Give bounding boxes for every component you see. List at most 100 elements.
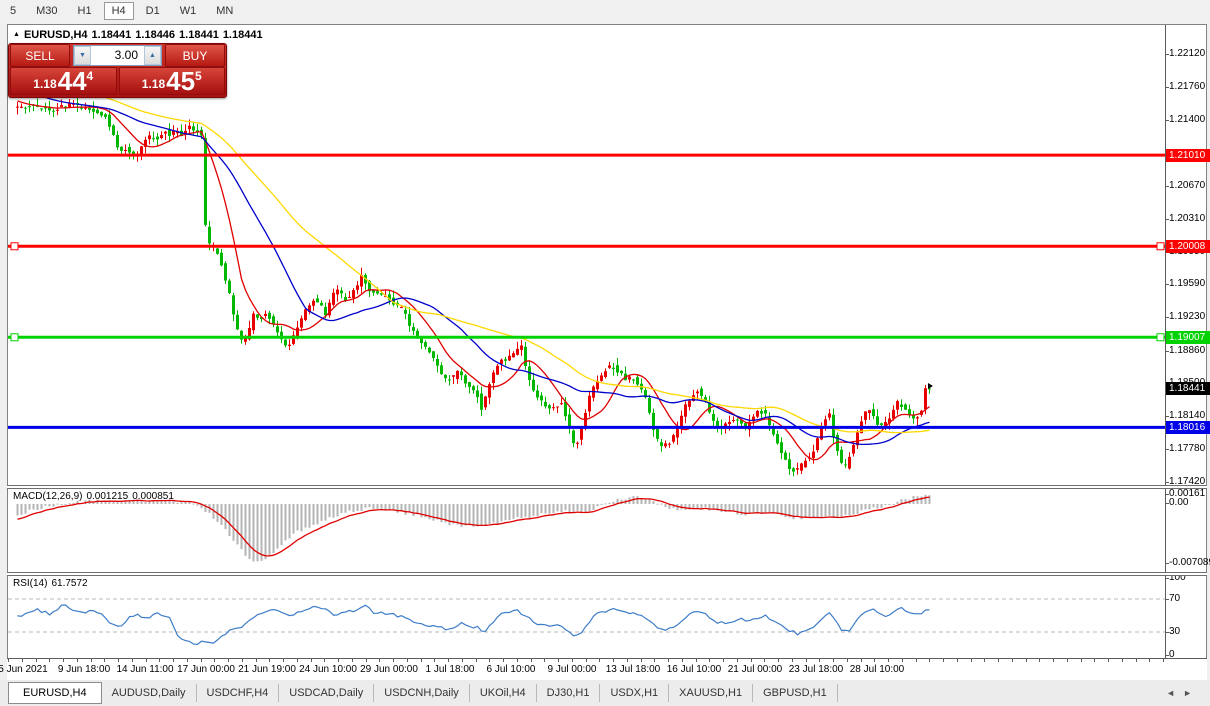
- time-tick-mark: [283, 659, 284, 662]
- time-tick-mark: [833, 659, 834, 662]
- buy-price-small: 1.18: [142, 77, 165, 91]
- timeframe-h4[interactable]: H4: [104, 2, 134, 20]
- time-tick-mark: [599, 659, 600, 662]
- ohlc-low: 1.18441: [179, 29, 219, 41]
- price-tick-label: 1.22120: [1169, 48, 1205, 59]
- time-tick-mark: [187, 659, 188, 662]
- chart-tab-usdchf[interactable]: USDCHF,H4: [197, 684, 280, 702]
- price-tick-label: 1.19230: [1169, 311, 1205, 322]
- time-tick-mark: [1081, 659, 1082, 662]
- time-tick-mark: [22, 659, 23, 662]
- mt4-terminal: 5M30H1H4D1W1MN ▲EURUSD,H41.184411.184461…: [0, 0, 1210, 706]
- timeframe-d1[interactable]: D1: [138, 2, 168, 20]
- time-tick-mark: [201, 659, 202, 662]
- volume-down-icon[interactable]: ▼: [74, 46, 91, 65]
- time-tick-mark: [929, 659, 930, 662]
- time-tick-mark: [531, 659, 532, 662]
- time-axis-label: 28 Jul 10:00: [850, 664, 905, 675]
- time-axis-label: 24 Jun 10:00: [299, 664, 357, 675]
- chart-tab-dj30[interactable]: DJ30,H1: [537, 684, 601, 702]
- volume-up-icon[interactable]: ▲: [144, 46, 161, 65]
- time-axis-label: 9 Jul 00:00: [548, 664, 597, 675]
- ohlc-high: 1.18446: [135, 29, 175, 41]
- time-tick-mark: [297, 659, 298, 662]
- time-tick-mark: [421, 659, 422, 662]
- time-tick-mark: [256, 659, 257, 662]
- chart-tab-usdcnh[interactable]: USDCNH,Daily: [374, 684, 470, 702]
- time-tick-mark: [104, 659, 105, 662]
- time-tick-mark: [861, 659, 862, 662]
- time-tick-mark: [462, 659, 463, 662]
- volume-spinner: ▼ 3.00 ▲: [73, 45, 162, 66]
- timeframe-5[interactable]: 5: [2, 2, 24, 20]
- time-tick-mark: [118, 659, 119, 662]
- chart-tab-xauusd[interactable]: XAUUSD,H1: [669, 684, 753, 702]
- chart-tab-audusd[interactable]: AUDUSD,Daily: [102, 684, 197, 702]
- time-tick-mark: [228, 659, 229, 662]
- chart-tab-ukoil[interactable]: UKOil,H4: [470, 684, 537, 702]
- price-tick-label: 1.20310: [1169, 213, 1205, 224]
- time-tick-mark: [1039, 659, 1040, 662]
- time-tick-mark: [434, 659, 435, 662]
- ohlc-close: 1.18441: [223, 29, 263, 41]
- time-tick-mark: [517, 659, 518, 662]
- macd-axis-label: -0.007089: [1169, 557, 1210, 568]
- time-tick-mark: [1122, 659, 1123, 662]
- price-tick-label: 1.21760: [1169, 81, 1205, 92]
- sell-button[interactable]: SELL: [10, 44, 70, 67]
- time-tick-mark: [1026, 659, 1027, 662]
- rsi-axis-label: 30: [1169, 626, 1180, 637]
- time-tick-mark: [1094, 659, 1095, 662]
- time-axis-label: 5 Jun 2021: [0, 664, 48, 675]
- timeframe-h1[interactable]: H1: [70, 2, 100, 20]
- buy-price-sup: 5: [195, 69, 202, 83]
- chart-tab-gbpusd[interactable]: GBPUSD,H1: [753, 684, 838, 702]
- time-tick-mark: [1163, 659, 1164, 662]
- time-tick-mark: [379, 659, 380, 662]
- chart-tab-bar: EURUSD,H4AUDUSD,DailyUSDCHF,H4USDCAD,Dai…: [0, 680, 1210, 706]
- splitter-macd-rsi[interactable]: [7, 572, 1207, 576]
- macd-indicator-canvas[interactable]: [8, 489, 1165, 572]
- time-axis-label: 23 Jul 18:00: [789, 664, 844, 675]
- price-tick-label: 1.18860: [1169, 345, 1205, 356]
- rsi-indicator-canvas[interactable]: [8, 576, 1165, 658]
- price-level-badge: 1.20008: [1166, 240, 1210, 253]
- price-tick-label: 1.18140: [1169, 410, 1205, 421]
- time-tick-mark: [902, 659, 903, 662]
- price-tick-label: 1.17780: [1169, 443, 1205, 454]
- time-tick-mark: [847, 659, 848, 662]
- timeframe-m30[interactable]: M30: [28, 2, 65, 20]
- chart-tab-eurusd[interactable]: EURUSD,H4: [8, 682, 102, 704]
- macd-axis-label: 0.00: [1169, 497, 1188, 508]
- volume-value[interactable]: 3.00: [91, 46, 144, 65]
- time-tick-mark: [338, 659, 339, 662]
- time-tick-mark: [1149, 659, 1150, 662]
- collapse-triangle-icon[interactable]: ▲: [13, 31, 20, 38]
- time-tick-mark: [668, 659, 669, 662]
- time-tick-mark: [572, 659, 573, 662]
- time-tick-mark: [91, 659, 92, 662]
- chart-tab-usdx[interactable]: USDX,H1: [600, 684, 669, 702]
- chart-tab-usdcad[interactable]: USDCAD,Daily: [279, 684, 374, 702]
- price-tick-label: 1.19590: [1169, 278, 1205, 289]
- time-axis-label: 16 Jul 10:00: [667, 664, 722, 675]
- time-axis: 5 Jun 20219 Jun 18:0014 Jun 11:0017 Jun …: [7, 658, 1207, 680]
- splitter-price-macd[interactable]: [7, 485, 1207, 489]
- time-tick-mark: [613, 659, 614, 662]
- time-tick-mark: [448, 659, 449, 662]
- price-tick-label: 1.20670: [1169, 180, 1205, 191]
- timeframe-mn[interactable]: MN: [208, 2, 241, 20]
- tab-scroll-arrows[interactable]: ◄►: [1166, 688, 1200, 698]
- rsi-axis-label: 70: [1169, 593, 1180, 604]
- time-tick-mark: [984, 659, 985, 662]
- time-tick-mark: [819, 659, 820, 662]
- buy-button[interactable]: BUY: [165, 44, 225, 67]
- buy-price[interactable]: 1.18 45 5: [119, 67, 226, 95]
- sell-price[interactable]: 1.18 44 4: [10, 67, 117, 95]
- rsi-axis-label: 0: [1169, 649, 1175, 660]
- price-level-badge: 1.18016: [1166, 421, 1210, 434]
- time-tick-mark: [558, 659, 559, 662]
- time-tick-mark: [146, 659, 147, 662]
- timeframe-w1[interactable]: W1: [172, 2, 205, 20]
- current-price-badge: 1.18441: [1166, 382, 1210, 395]
